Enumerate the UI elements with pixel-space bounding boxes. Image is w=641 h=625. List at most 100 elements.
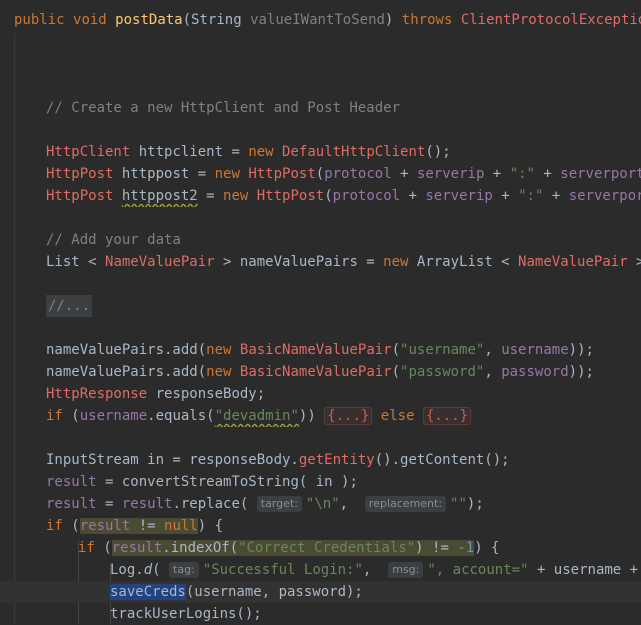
code-token: new	[248, 144, 274, 160]
code-token: ) {	[197, 518, 224, 534]
code-line: HttpClient httpclient = new DefaultHttpC…	[0, 141, 641, 163]
code-line: HttpPost httppost2 = new HttpPost(protoc…	[0, 185, 641, 207]
code-token: );	[466, 496, 484, 512]
code-token: username	[501, 342, 569, 358]
code-token: serverport	[568, 188, 641, 204]
code-token: nameValuePairs.add(	[46, 364, 207, 380]
code-token: result	[79, 518, 131, 534]
code-editor[interactable]: public void postData(String valueIWantTo…	[0, 0, 641, 624]
code-line: if (username.equals("devadmin")) {...} e…	[0, 405, 641, 427]
code-token: nameValuePairs.add(	[46, 342, 207, 358]
code-token: valueIWantToSend	[250, 12, 385, 28]
code-token: "devadmin"	[214, 408, 299, 424]
code-token: ));	[568, 342, 594, 358]
selected-identifier[interactable]: saveCreds	[110, 584, 186, 600]
code-token: trackUserLogins();	[110, 606, 262, 622]
code-token: serverport	[560, 166, 641, 182]
code-token: "password"	[400, 364, 485, 380]
code-line: //...	[0, 295, 641, 317]
code-line: trackUserLogins();	[0, 603, 641, 625]
code-token: new	[214, 166, 240, 182]
code-line: result = convertStreamToString( in );	[0, 471, 641, 493]
code-token: d	[143, 562, 153, 578]
code-token: httppost =	[113, 166, 215, 182]
code-token: .replace(	[172, 496, 257, 512]
code-token: +	[534, 166, 561, 182]
code-token: List <	[46, 254, 106, 270]
code-token: HttpClient	[46, 144, 131, 160]
code-token: HttpResponse	[46, 386, 148, 402]
code-token: ().getContent();	[374, 452, 510, 468]
code-token: (	[62, 518, 80, 534]
code-token: ,	[362, 562, 380, 578]
code-token: =	[96, 496, 122, 512]
code-token: + username +	[528, 562, 641, 578]
folded-block[interactable]: {...}	[422, 407, 472, 425]
code-token: (	[391, 342, 401, 358]
code-token: .equals(	[147, 408, 215, 424]
code-token: (username, password);	[185, 584, 363, 600]
code-line: // Create a new HttpClient and Post Head…	[0, 97, 641, 119]
code-token: ))	[298, 408, 325, 424]
code-token: "username"	[400, 342, 485, 358]
code-token: BasicNameValuePair	[239, 364, 392, 380]
code-token: NameValuePair	[518, 254, 628, 270]
code-token: (	[94, 540, 112, 556]
code-line: result = result.replace( target: "\n", re…	[0, 493, 641, 515]
current-line: saveCreds(username, password);	[0, 581, 641, 603]
code-token: +	[400, 188, 426, 204]
code-token: new	[206, 364, 232, 380]
code-token: ClientProtocolException	[460, 12, 641, 28]
code-token: ) {	[474, 540, 500, 556]
folded-comment[interactable]: //...	[46, 295, 93, 317]
code-token: DefaultHttpClient	[282, 144, 426, 160]
code-token: result	[46, 496, 97, 512]
code-token: if	[46, 518, 63, 534]
code-token: ":"	[509, 166, 535, 182]
code-token: HttpPost	[248, 166, 316, 182]
code-token: postData	[115, 12, 183, 28]
code-token: ,	[484, 364, 502, 380]
code-token: BasicNameValuePair	[239, 342, 392, 358]
code-token: result	[111, 540, 163, 556]
code-token: +	[484, 166, 510, 182]
code-token: (	[182, 12, 192, 28]
code-token: NameValuePair	[105, 254, 215, 270]
code-token: httppost2	[121, 188, 198, 204]
code-token: ();	[425, 144, 451, 160]
code-token: ""	[450, 496, 467, 512]
code-token: password	[501, 364, 569, 380]
code-token: getEntity	[298, 452, 375, 468]
code-line: InputStream in = responseBody.getEntity(…	[0, 449, 641, 471]
code-line: nameValuePairs.add(new BasicNameValuePai…	[0, 361, 641, 383]
code-token: protocol	[324, 166, 392, 182]
code-token: ArrayList <	[408, 254, 519, 270]
code-token: "Correct Credentials"	[238, 540, 416, 556]
param-hint: msg:	[388, 562, 424, 578]
code-token: (	[152, 562, 170, 578]
code-token: ) !=	[415, 540, 458, 556]
code-token: HttpPost	[46, 166, 114, 182]
code-token: InputStream in = responseBody.	[46, 452, 299, 468]
code-token: > nameValuePairs =	[214, 254, 384, 270]
code-token: new	[206, 342, 232, 358]
code-token: if	[78, 540, 95, 556]
code-token: (	[391, 364, 401, 380]
code-token: -1	[457, 540, 475, 556]
code-token: void	[73, 12, 107, 28]
folded-block[interactable]: {...}	[324, 407, 373, 425]
code-token: responseBody;	[147, 386, 266, 402]
code-token: HttpPost	[256, 188, 325, 204]
code-line: HttpResponse responseBody;	[0, 383, 641, 405]
code-token: throws	[401, 12, 453, 28]
code-token: String	[191, 12, 242, 28]
code-token: "Successful Login:"	[202, 562, 363, 578]
code-token: (	[62, 408, 80, 424]
code-token: serverip	[425, 188, 493, 204]
code-token: HttpPost	[46, 188, 114, 204]
code-line: nameValuePairs.add(new BasicNameValuePai…	[0, 339, 641, 361]
code-token: !=	[130, 518, 165, 534]
